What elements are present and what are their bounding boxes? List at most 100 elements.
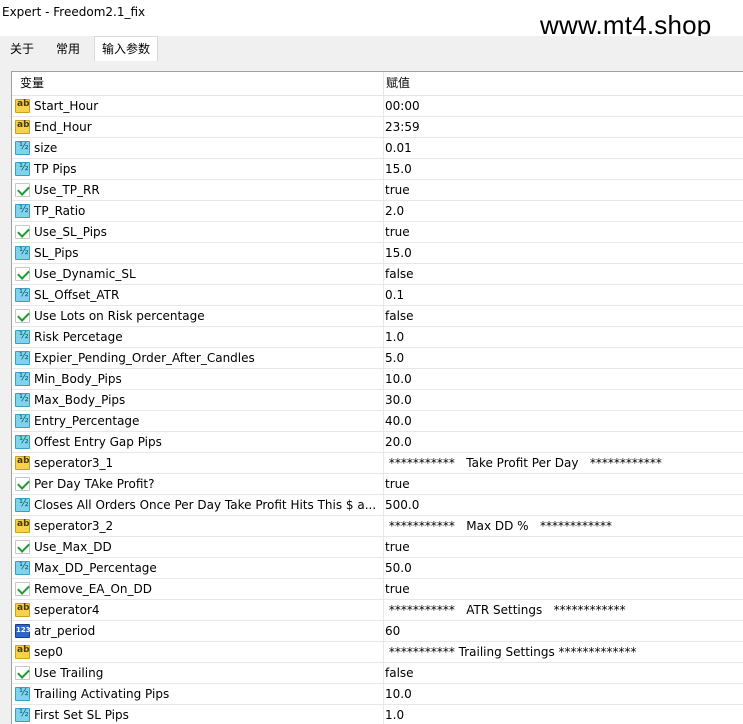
variable-name: size	[34, 141, 58, 155]
table-row[interactable]: Use_TP_RR true	[12, 180, 743, 201]
variable-value[interactable]: false	[385, 663, 414, 684]
bool-type-icon	[15, 267, 30, 281]
bool-type-icon	[15, 666, 30, 680]
variable-value[interactable]: true	[385, 537, 410, 558]
variable-value[interactable]: true	[385, 222, 410, 243]
variable-name: Use Lots on Risk percentage	[34, 309, 205, 323]
variable-value[interactable]: true	[385, 579, 410, 600]
table-row[interactable]: Max_Body_Pips 30.0	[12, 390, 743, 411]
table-row[interactable]: Use_SL_Pips true	[12, 222, 743, 243]
variable-name: End_Hour	[34, 120, 92, 134]
variable-value[interactable]: 5.0	[385, 348, 404, 369]
cell-divider	[383, 579, 384, 600]
table-row[interactable]: Risk Percetage 1.0	[12, 327, 743, 348]
table-row[interactable]: Max_DD_Percentage 50.0	[12, 558, 743, 579]
variable-value[interactable]: 30.0	[385, 390, 412, 411]
double-type-icon	[15, 330, 30, 344]
string-type-icon	[15, 519, 30, 533]
inputs-panel: 变量 赋值 Start_Hour 00:00 End_Hour 23:59 size 0.…	[0, 61, 743, 724]
integer-type-icon	[15, 624, 31, 638]
cell-divider	[383, 453, 384, 474]
variable-value[interactable]: false	[385, 264, 414, 285]
double-type-icon	[15, 498, 30, 512]
table-row[interactable]: Use Trailing false	[12, 663, 743, 684]
table-row[interactable]: TP Pips 15.0	[12, 159, 743, 180]
variable-value[interactable]: 500.0	[385, 495, 419, 516]
column-header-variable[interactable]: 变量	[20, 72, 44, 95]
string-type-icon	[15, 99, 30, 113]
variable-value[interactable]: 2.0	[385, 201, 404, 222]
cell-divider	[383, 180, 384, 201]
cell-divider	[383, 327, 384, 348]
cell-divider	[383, 474, 384, 495]
table-row[interactable]: SL_Pips 15.0	[12, 243, 743, 264]
variable-value[interactable]: true	[385, 474, 410, 495]
variable-value[interactable]: 1.0	[385, 327, 404, 348]
table-row[interactable]: size 0.01	[12, 138, 743, 159]
variable-value[interactable]: 40.0	[385, 411, 412, 432]
cell-divider	[383, 558, 384, 579]
cell-divider	[383, 306, 384, 327]
column-divider[interactable]	[383, 72, 384, 95]
variable-value[interactable]: *********** Max DD % ************	[385, 516, 612, 537]
variable-value[interactable]: 60	[385, 621, 400, 642]
table-row[interactable]: Remove_EA_On_DD true	[12, 579, 743, 600]
table-row[interactable]: First Set SL Pips 1.0	[12, 705, 743, 724]
variable-value[interactable]: 50.0	[385, 558, 412, 579]
variable-value[interactable]: *********** Take Profit Per Day ********…	[385, 453, 662, 474]
variable-value[interactable]: false	[385, 306, 414, 327]
table-row[interactable]: Trailing Activating Pips 10.0	[12, 684, 743, 705]
tab-about[interactable]: 关于	[0, 38, 44, 60]
bool-type-icon	[15, 582, 30, 596]
table-row[interactable]: seperator4 *********** ATR Settings ****…	[12, 600, 743, 621]
variable-value[interactable]: true	[385, 180, 410, 201]
table-row[interactable]: seperator3_2 *********** Max DD % ******…	[12, 516, 743, 537]
table-row[interactable]: Entry_Percentage 40.0	[12, 411, 743, 432]
table-row[interactable]: Start_Hour 00:00	[12, 96, 743, 117]
table-row[interactable]: Use Lots on Risk percentage false	[12, 306, 743, 327]
tab-inputs[interactable]: 输入参数	[94, 36, 158, 61]
double-type-icon	[15, 414, 30, 428]
variable-name: Use Trailing	[34, 666, 104, 680]
bool-type-icon	[15, 183, 30, 197]
table-row[interactable]: atr_period 60	[12, 621, 743, 642]
cell-divider	[383, 96, 384, 117]
variable-value[interactable]: 15.0	[385, 159, 412, 180]
variable-value[interactable]: 10.0	[385, 369, 412, 390]
table-row[interactable]: Min_Body_Pips 10.0	[12, 369, 743, 390]
table-row[interactable]: seperator3_1 *********** Take Profit Per…	[12, 453, 743, 474]
variable-name: seperator3_2	[34, 519, 114, 533]
variable-name: Max_Body_Pips	[34, 393, 126, 407]
column-header-value[interactable]: 赋值	[386, 72, 410, 95]
table-row[interactable]: Use_Dynamic_SL false	[12, 264, 743, 285]
variable-name: Use_TP_RR	[34, 183, 100, 197]
table-row[interactable]: Per Day TAke Profit? true	[12, 474, 743, 495]
cell-divider	[383, 117, 384, 138]
variable-value[interactable]: 20.0	[385, 432, 412, 453]
variable-value[interactable]: *********** Trailing Settings **********…	[385, 642, 637, 663]
table-row[interactable]: Offest Entry Gap Pips 20.0	[12, 432, 743, 453]
variable-value[interactable]: 00:00	[385, 96, 420, 117]
table-row[interactable]: Closes All Orders Once Per Day Take Prof…	[12, 495, 743, 516]
table-row[interactable]: sep0 *********** Trailing Settings *****…	[12, 642, 743, 663]
cell-divider	[383, 369, 384, 390]
variable-value[interactable]: 0.1	[385, 285, 404, 306]
variable-value[interactable]: *********** ATR Settings ************	[385, 600, 626, 621]
table-row[interactable]: End_Hour 23:59	[12, 117, 743, 138]
variable-name: sep0	[34, 645, 63, 659]
double-type-icon	[15, 162, 30, 176]
table-row[interactable]: Use_Max_DD true	[12, 537, 743, 558]
variable-value[interactable]: 1.0	[385, 705, 404, 724]
table-row[interactable]: TP_Ratio 2.0	[12, 201, 743, 222]
variable-name: TP_Ratio	[34, 204, 86, 218]
variable-value[interactable]: 10.0	[385, 684, 412, 705]
variable-value[interactable]: 23:59	[385, 117, 420, 138]
variable-value[interactable]: 0.01	[385, 138, 412, 159]
tab-common[interactable]: 常用	[44, 38, 92, 60]
cell-divider	[383, 600, 384, 621]
cell-divider	[383, 432, 384, 453]
variable-value[interactable]: 15.0	[385, 243, 412, 264]
cell-divider	[383, 621, 384, 642]
table-row[interactable]: SL_Offset_ATR 0.1	[12, 285, 743, 306]
table-row[interactable]: Expier_Pending_Order_After_Candles 5.0	[12, 348, 743, 369]
